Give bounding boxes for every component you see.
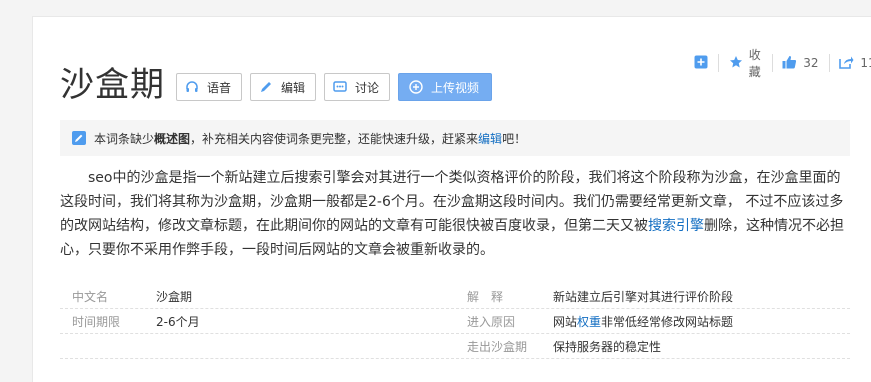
info-value-prefix: 网站: [553, 314, 578, 329]
like-count: 32: [803, 56, 819, 70]
info-row: 走出沙盒期 保持服务器的稳定性: [60, 334, 850, 359]
share-count: 11: [860, 56, 871, 70]
voice-label: 语音: [207, 80, 232, 95]
weight-link[interactable]: 权重: [577, 315, 601, 329]
page-title: 沙盒期: [60, 65, 165, 105]
upload-video-label: 上传视频: [431, 80, 480, 95]
info-value: 网站权重非常低经常修改网站标题: [553, 313, 733, 330]
thumbs-up-icon: [782, 55, 797, 72]
notice-prefix: 本词条缺少: [94, 131, 155, 146]
plus-square-icon: [694, 55, 708, 72]
info-value: 2-6个月: [156, 314, 200, 329]
missing-image-notice: 本词条缺少 概述图 ，补充相关内容使词条更完整，还能快速升级，赶紧来 编辑 吧！: [60, 120, 850, 156]
edit-button[interactable]: 编辑: [250, 73, 317, 101]
chat-icon: [333, 80, 347, 94]
title-toolbar: 语音 编辑 讨论 上传视频: [176, 73, 493, 101]
notice-bold: 概述图: [154, 131, 191, 146]
basic-info-table: 中文名 沙盒期 解 释 新站建立后引擎对其进行评价阶段 时间期限 2-6个月 进…: [60, 284, 850, 359]
pencil-icon: [259, 80, 273, 94]
star-icon: [729, 55, 743, 72]
info-value: 新站建立后引擎对其进行评价阶段: [553, 289, 734, 304]
voice-button[interactable]: 语音: [176, 73, 243, 101]
share-icon: [839, 55, 854, 72]
share-button[interactable]: 11: [839, 55, 871, 72]
notice-edit-link[interactable]: 编辑: [478, 130, 502, 147]
search-engine-link[interactable]: 搜索引擎: [648, 218, 704, 234]
info-value: 保持服务器的稳定性: [553, 339, 662, 354]
info-label: 进入原因: [467, 314, 516, 329]
divider: [718, 54, 719, 72]
info-value: 沙盒期: [156, 289, 193, 304]
like-button[interactable]: 32: [782, 55, 819, 72]
info-value-suffix: 非常低经常修改网站标题: [601, 314, 734, 329]
add-button[interactable]: [694, 55, 708, 72]
info-row: 时间期限 2-6个月 进入原因 网站权重非常低经常修改网站标题: [60, 309, 850, 334]
notice-middle: ，补充相关内容使词条更完整，还能快速升级，赶紧来: [190, 131, 479, 146]
discuss-button[interactable]: 讨论: [324, 73, 391, 101]
action-bar: 收藏 32 11: [694, 46, 871, 80]
divider: [771, 54, 773, 72]
favorite-button[interactable]: 收藏: [729, 46, 762, 80]
headphones-icon: [185, 80, 199, 94]
info-label: 走出沙盒期: [467, 339, 528, 354]
plus-circle-icon: [409, 80, 423, 94]
edit-notice-icon: [72, 131, 86, 145]
upload-video-button[interactable]: 上传视频: [398, 73, 493, 101]
favorite-label: 收藏: [748, 48, 761, 79]
notice-suffix: 吧！: [502, 131, 527, 146]
divider: [828, 54, 830, 72]
info-row: 中文名 沙盒期 解 释 新站建立后引擎对其进行评价阶段: [60, 284, 850, 309]
info-label: 中文名: [72, 289, 109, 304]
info-label: 解 释: [467, 289, 504, 304]
info-label: 时间期限: [72, 314, 121, 329]
edit-label: 编辑: [281, 80, 306, 95]
discuss-label: 讨论: [355, 80, 380, 95]
summary-paragraph: seo中的沙盒是指一个新站建立后搜索引擎会对其进行一个类似资格评价的阶段，我们将…: [60, 166, 850, 262]
